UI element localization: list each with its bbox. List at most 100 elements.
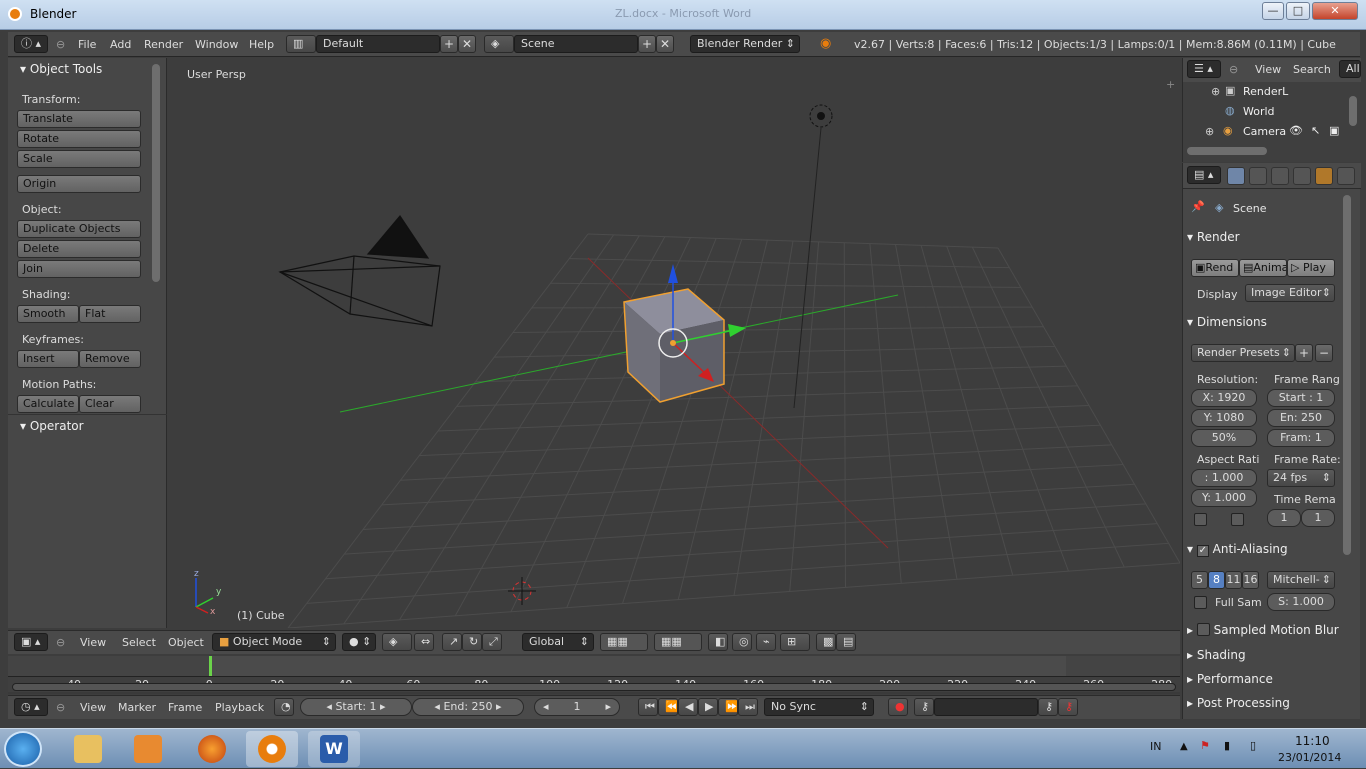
jump-prev-keyframe-icon[interactable]: ⏪	[658, 698, 678, 716]
aa-samples-8[interactable]: 8	[1208, 571, 1225, 589]
aa-samples-16[interactable]: 16	[1242, 571, 1259, 589]
render-layers-tab-icon[interactable]	[1249, 167, 1267, 185]
display-select[interactable]: Image Editor ⇕	[1245, 284, 1335, 302]
action-center-icon[interactable]: ⚑	[1200, 739, 1210, 752]
language-indicator[interactable]: IN	[1150, 740, 1161, 753]
menu-render[interactable]: Render	[144, 38, 183, 51]
calculate-paths-button[interactable]: Calculate	[17, 395, 79, 413]
3d-cursor[interactable]	[508, 577, 536, 605]
jump-end-icon[interactable]: ⏭	[738, 698, 758, 716]
current-frame-field[interactable]: ◂ 1 ▸	[534, 698, 620, 716]
scene-icon[interactable]: ◈	[484, 35, 514, 53]
outliner-hscrollbar[interactable]	[1187, 147, 1267, 155]
render-presets-select[interactable]: Render Presets ⇕	[1191, 344, 1295, 362]
end-frame-field[interactable]: ◂ End: 250 ▸	[412, 698, 524, 716]
play-icon[interactable]: ▶	[698, 698, 718, 716]
menu-marker[interactable]: Marker	[118, 701, 156, 714]
eye-icon[interactable]: 👁	[1289, 124, 1303, 137]
timeline[interactable]: -40-200204060801001201401601802002202402…	[8, 656, 1180, 694]
delete-keyframe-icon[interactable]: ⚷	[1058, 698, 1078, 716]
outliner-vscrollbar[interactable]	[1349, 96, 1357, 126]
render-animation-icon[interactable]: ▤	[836, 633, 856, 651]
camera-object[interactable]	[278, 215, 441, 327]
menu-view[interactable]: View	[80, 701, 106, 714]
viewport-scene[interactable]	[168, 58, 1180, 628]
rotate-button[interactable]: Rotate	[17, 130, 141, 148]
remove-layout-button[interactable]: ✕	[458, 35, 476, 53]
outliner-view-menu[interactable]: View	[1255, 63, 1281, 76]
translate-manipulator-icon[interactable]: ↗	[442, 633, 462, 651]
outliner-filter-select[interactable]: All	[1339, 60, 1361, 78]
world-tab-icon[interactable]	[1293, 167, 1311, 185]
delete-button[interactable]: Delete	[17, 240, 141, 258]
menu-add[interactable]: Add	[110, 38, 131, 51]
taskbar-blender[interactable]	[246, 731, 298, 767]
menu-object[interactable]: Object	[168, 636, 204, 649]
jump-next-keyframe-icon[interactable]: ⏩	[718, 698, 738, 716]
network-icon[interactable]: ▮	[1224, 739, 1230, 752]
taskbar-media-player[interactable]	[122, 731, 174, 767]
collapse-menu-icon[interactable]: ⊖	[56, 38, 65, 51]
render-animation-button[interactable]: ▤Anima	[1239, 259, 1287, 277]
outliner-item-camera[interactable]: ⊕ ◉ Camera 👁 ↖ ▣	[1183, 123, 1349, 143]
duplicate-objects-button[interactable]: Duplicate Objects	[17, 220, 141, 238]
remove-scene-button[interactable]: ✕	[656, 35, 674, 53]
cursor-select-icon[interactable]: ↖	[1311, 124, 1320, 137]
aspect-y-field[interactable]: Y: 1.000	[1191, 489, 1257, 507]
taskbar-explorer[interactable]	[62, 731, 114, 767]
render-tab-icon[interactable]	[1227, 167, 1245, 185]
proportional-edit-icon[interactable]: ◎	[732, 633, 752, 651]
current-frame-indicator[interactable]	[209, 656, 212, 676]
show-hidden-icons-icon[interactable]: ▲	[1180, 741, 1188, 752]
clock-time[interactable]: 11:10	[1295, 734, 1330, 748]
editor-type-timeline-icon[interactable]: ◷ ▴	[14, 698, 48, 716]
layout-select[interactable]: Default	[316, 35, 440, 53]
editor-type-3d-icon[interactable]: ▣ ▴	[14, 633, 48, 651]
object-tools-header[interactable]: ▾ Object Tools	[20, 62, 102, 76]
menu-select[interactable]: Select	[122, 636, 156, 649]
scene-layers-a[interactable]: ▦▦	[600, 633, 648, 651]
clock-date[interactable]: 23/01/2014	[1278, 751, 1341, 764]
lock-camera-icon[interactable]: ◧	[708, 633, 728, 651]
remap-new-field[interactable]: 1	[1301, 509, 1335, 527]
start-frame-field[interactable]: ◂ Start: 1 ▸	[300, 698, 412, 716]
properties-scrollbar[interactable]	[1343, 195, 1351, 555]
menu-file[interactable]: File	[78, 38, 96, 51]
sync-mode-select[interactable]: No Sync ⇕	[764, 698, 874, 716]
menu-playback[interactable]: Playback	[215, 701, 264, 714]
transform-orientation-select[interactable]: Global ⇕	[522, 633, 594, 651]
menu-window[interactable]: Window	[195, 38, 238, 51]
aa-samples-5[interactable]: 5	[1191, 571, 1208, 589]
aa-samples-11[interactable]: 11	[1225, 571, 1242, 589]
lamp-object[interactable]	[793, 104, 833, 409]
render-image-button[interactable]: ▣Rend	[1191, 259, 1239, 277]
shading-section-header[interactable]: ▸ Shading	[1187, 648, 1337, 670]
crop-checkbox[interactable]	[1231, 513, 1244, 526]
remap-old-field[interactable]: 1	[1267, 509, 1301, 527]
add-preset-button[interactable]: +	[1295, 344, 1313, 362]
panel-expand-icon[interactable]: +	[1166, 78, 1175, 91]
taskbar-firefox[interactable]	[186, 731, 238, 767]
resolution-percent-field[interactable]: 50%	[1191, 429, 1257, 447]
scene-select[interactable]: Scene	[514, 35, 638, 53]
join-button[interactable]: Join	[17, 260, 141, 278]
active-keying-set-field[interactable]	[934, 698, 1038, 716]
start-button[interactable]	[4, 731, 42, 767]
anti-aliasing-checkbox[interactable]: ✓	[1196, 545, 1209, 557]
anti-aliasing-section-header[interactable]: ▾ ✓ Anti-Aliasing	[1187, 542, 1337, 564]
preview-range-icon[interactable]: ◔	[274, 698, 294, 716]
border-checkbox[interactable]	[1194, 513, 1207, 526]
collapse-menu-icon[interactable]: ⊖	[56, 701, 65, 714]
render-section-header[interactable]: ▾ Render	[1187, 230, 1337, 252]
outliner-search-menu[interactable]: Search	[1293, 63, 1331, 76]
smooth-button[interactable]: Smooth	[17, 305, 79, 323]
resolution-x-field[interactable]: X: 1920	[1191, 389, 1257, 407]
constraints-tab-icon[interactable]	[1337, 167, 1355, 185]
resolution-y-field[interactable]: Y: 1080	[1191, 409, 1257, 427]
maximize-button[interactable]: □	[1286, 2, 1310, 20]
viewport-shading-select[interactable]: ● ⇕	[342, 633, 376, 651]
pin-icon[interactable]: 📌	[1191, 200, 1205, 213]
editor-type-properties-icon[interactable]: ▤ ▴	[1187, 166, 1221, 184]
play-reverse-icon[interactable]: ◀	[678, 698, 698, 716]
full-sample-checkbox[interactable]	[1194, 596, 1207, 609]
